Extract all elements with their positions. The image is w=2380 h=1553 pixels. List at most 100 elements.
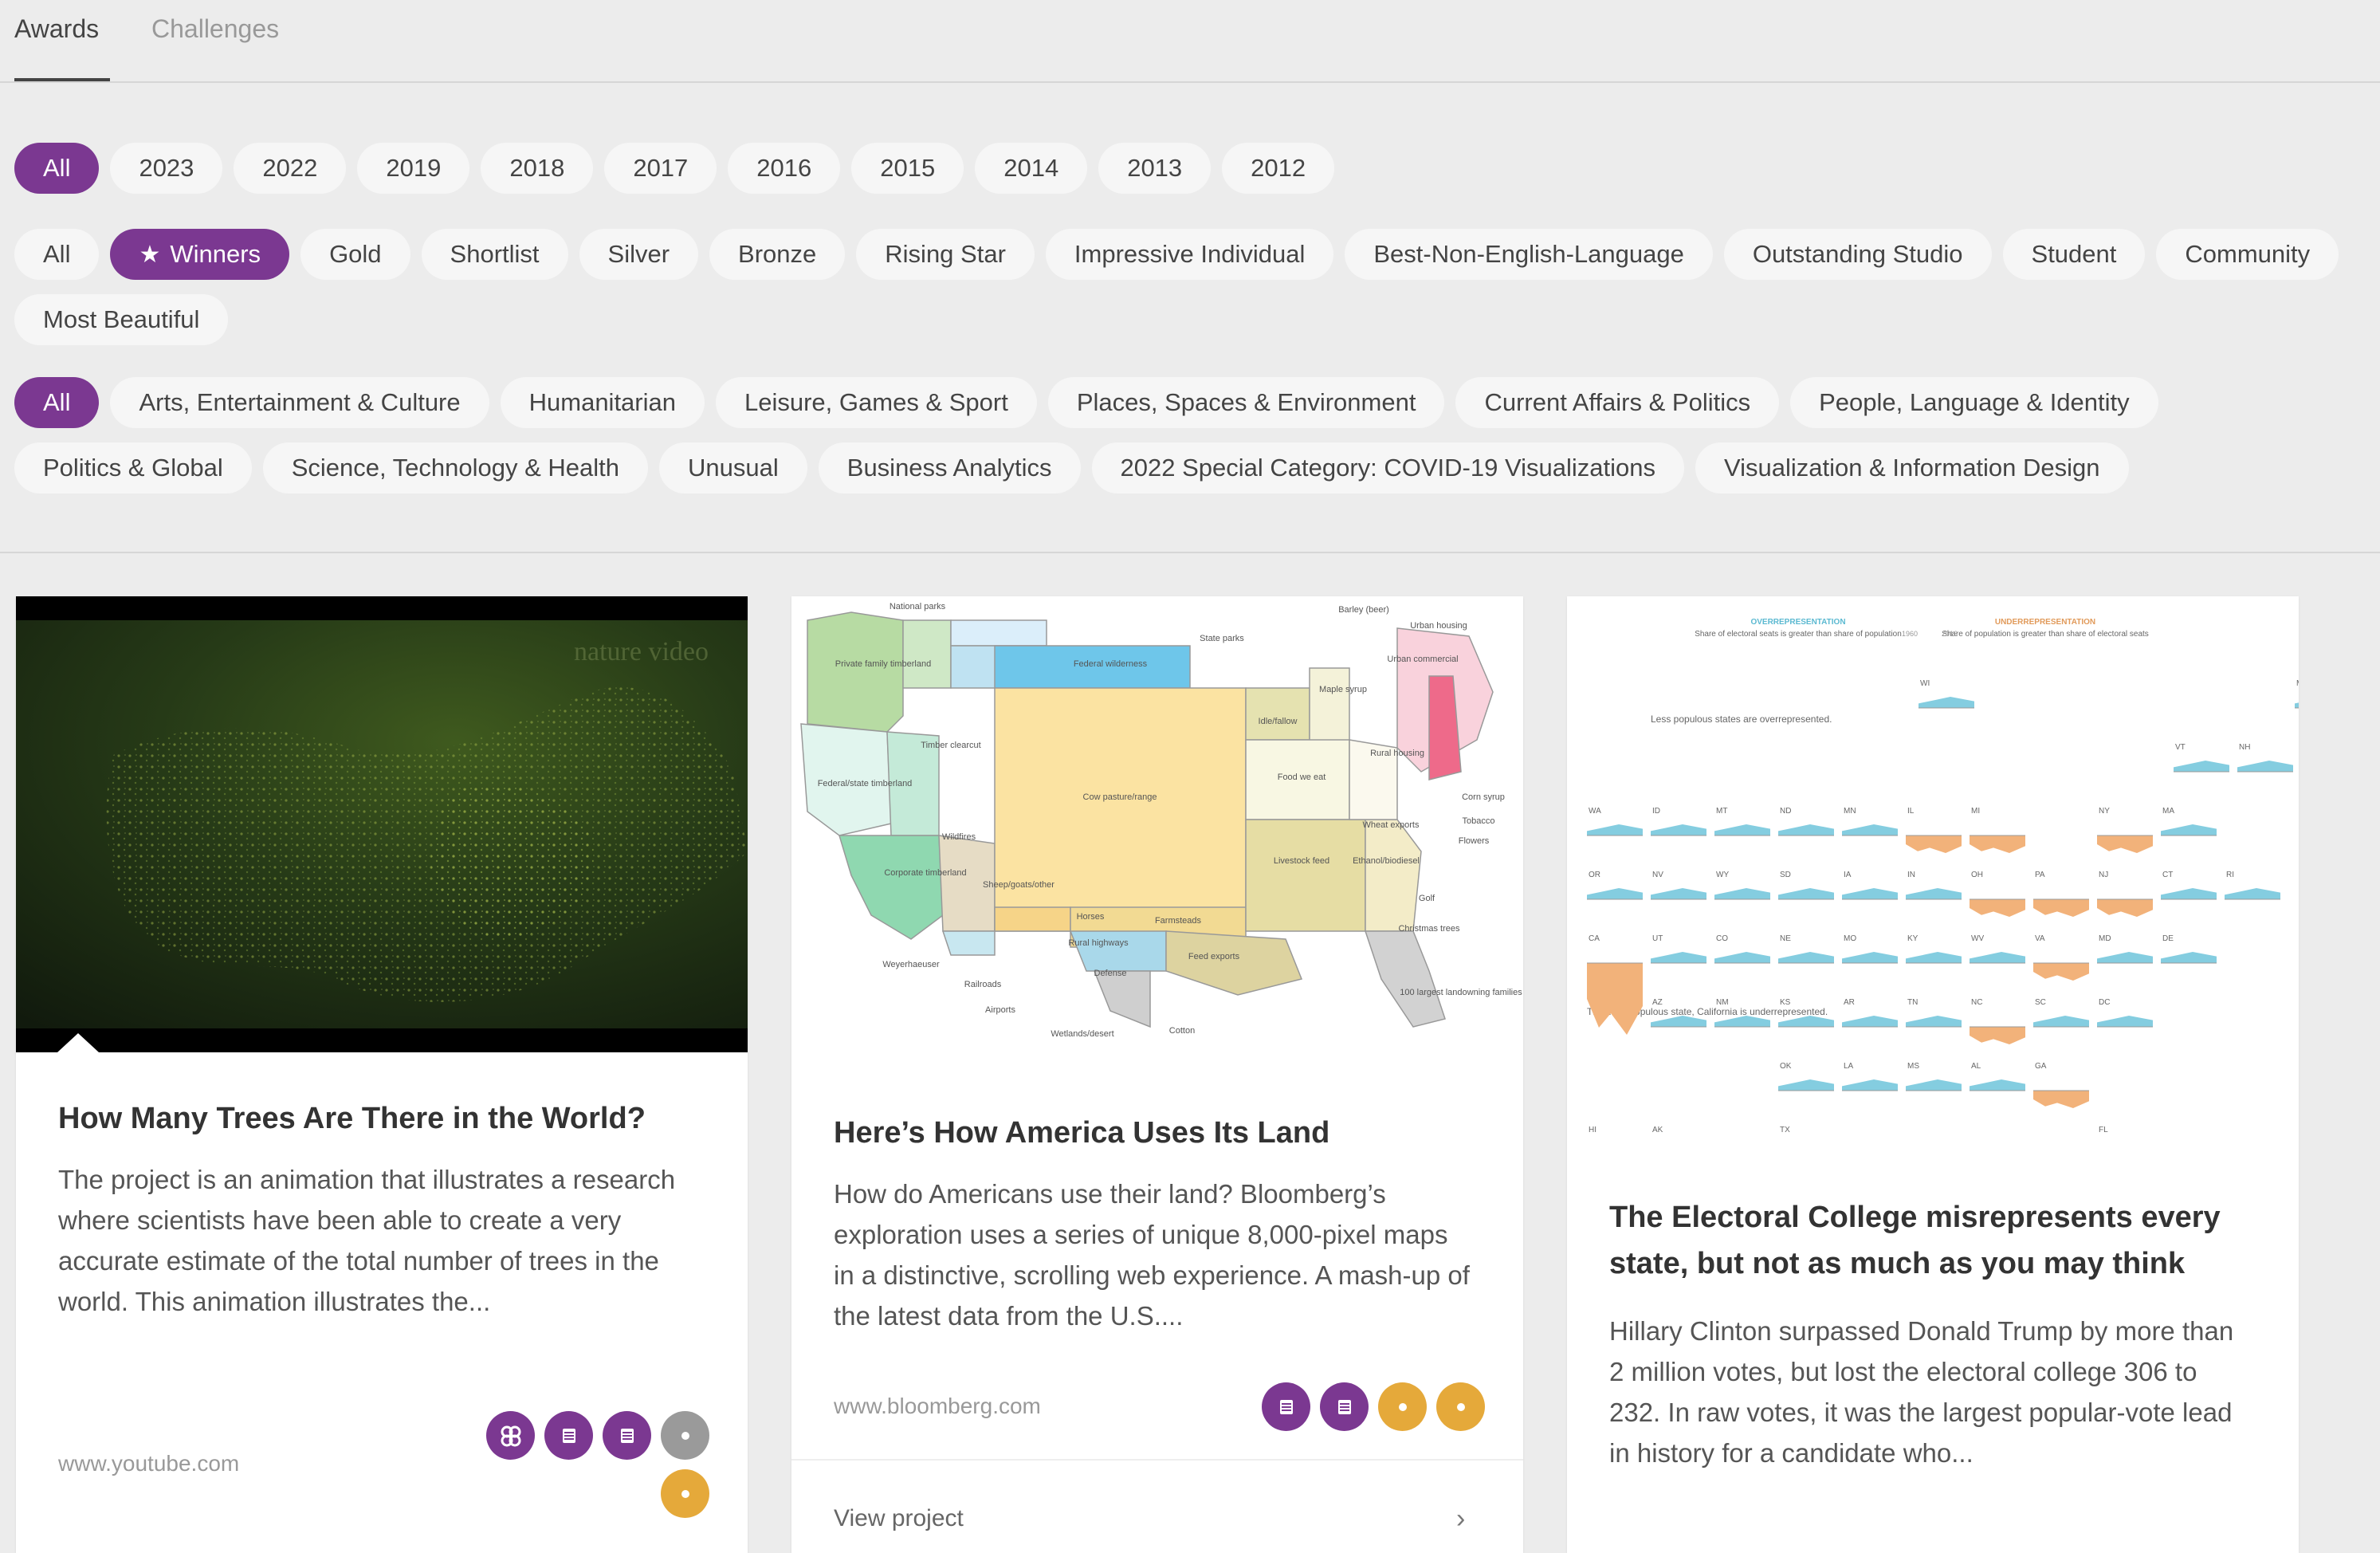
project-card[interactable]: nature video How Many Trees Are There in…	[16, 596, 748, 1553]
svg-text:Rural housing: Rural housing	[1370, 749, 1424, 758]
tab-awards[interactable]: Awards	[14, 14, 99, 44]
award-badge[interactable]	[603, 1411, 651, 1460]
video-thumbnail[interactable]: nature video	[16, 596, 748, 1052]
state-area-mark	[1970, 952, 2025, 963]
state-label: NE	[1780, 934, 1791, 943]
award-badge[interactable]	[661, 1411, 709, 1460]
year-chip[interactable]: 2018	[481, 143, 594, 194]
category-chip[interactable]: All	[14, 377, 100, 428]
award-badge[interactable]	[1378, 1382, 1427, 1431]
award-badge[interactable]	[486, 1411, 535, 1460]
state-label: NH	[2239, 743, 2250, 752]
award-chip[interactable]: Best-Non-English-Language	[1345, 229, 1713, 280]
award-chip[interactable]: All	[14, 229, 100, 280]
award-badge[interactable]	[1320, 1382, 1369, 1431]
category-chip[interactable]: People, Language & Identity	[1790, 377, 2158, 428]
card-title[interactable]: How Many Trees Are There in the World?	[58, 1095, 705, 1142]
state-label: KY	[1907, 934, 1919, 943]
award-chip[interactable]: Bronze	[709, 229, 846, 280]
category-chip[interactable]: Politics & Global	[14, 442, 252, 493]
award-chip[interactable]: Student	[2002, 229, 2146, 280]
project-card[interactable]: OVERREPRESENTATION Share of electoral se…	[1567, 596, 2299, 1553]
category-chip[interactable]: Arts, Entertainment & Culture	[110, 377, 489, 428]
us-land-use-map: National parks Federal wilderness State …	[800, 602, 1522, 1039]
category-chip-label: 2022 Special Category: COVID-19 Visualiz…	[1120, 454, 1655, 482]
state-area-mark	[1906, 835, 1962, 853]
award-chip[interactable]: Rising Star	[856, 229, 1035, 280]
award-chip[interactable]: Shortlist	[421, 229, 568, 280]
card-domain[interactable]: www.bloomberg.com	[834, 1394, 1041, 1419]
category-chip[interactable]: Business Analytics	[818, 442, 1081, 493]
year-chip[interactable]: 2019	[357, 143, 470, 194]
year-chip[interactable]: 2016	[728, 143, 841, 194]
award-badge[interactable]	[1436, 1382, 1485, 1431]
category-chip[interactable]: Humanitarian	[500, 377, 705, 428]
category-chip[interactable]: 2022 Special Category: COVID-19 Visualiz…	[1091, 442, 1684, 493]
award-chip[interactable]: Most Beautiful	[14, 294, 229, 345]
state-area-mark	[2097, 835, 2153, 853]
filters-divider	[0, 552, 2380, 553]
earth-trees-image: nature video	[16, 596, 748, 1052]
state-label: NJ	[2099, 871, 2108, 879]
award-chip-label: Most Beautiful	[43, 305, 200, 333]
svg-text:Share of population is greater: Share of population is greater than shar…	[1942, 630, 2149, 639]
list-icon	[557, 1424, 581, 1448]
award-chip[interactable]: Gold	[300, 229, 410, 280]
year-chip[interactable]: 2012	[1222, 143, 1335, 194]
tab-challenges[interactable]: Challenges	[151, 14, 279, 44]
year-chip[interactable]: All	[14, 143, 100, 194]
award-badge[interactable]	[544, 1411, 593, 1460]
state-label: WI	[1920, 679, 1930, 688]
year-chip[interactable]: 2014	[975, 143, 1088, 194]
svg-text:Feed exports: Feed exports	[1188, 952, 1240, 961]
view-project-link[interactable]: View project	[834, 1505, 964, 1532]
category-chip[interactable]: Science, Technology & Health	[262, 442, 649, 493]
state-label: MO	[1844, 934, 1856, 943]
award-chip-label: Best-Non-English-Language	[1373, 240, 1684, 268]
list-icon	[615, 1424, 639, 1448]
state-area-mark	[2161, 824, 2217, 835]
card-divider	[791, 1459, 1523, 1461]
year-chip[interactable]: 2017	[604, 143, 717, 194]
award-chip-label: Student	[2031, 240, 2117, 268]
award-chip[interactable]: Impressive Individual	[1045, 229, 1334, 280]
state-label: ND	[1780, 807, 1791, 816]
state-label: OR	[1589, 871, 1600, 879]
award-chip[interactable]: Outstanding Studio	[1723, 229, 1992, 280]
award-chip[interactable]: Community	[2156, 229, 2339, 280]
state-label: MN	[1844, 807, 1856, 816]
state-label: CO	[1716, 934, 1728, 943]
award-chip[interactable]: Silver	[579, 229, 699, 280]
year-chip[interactable]: 2022	[234, 143, 347, 194]
category-chip[interactable]: Current Affairs & Politics	[1455, 377, 1780, 428]
state-area-mark	[2033, 963, 2089, 981]
award-badge[interactable]	[1262, 1382, 1310, 1431]
year-chip[interactable]: 2013	[1098, 143, 1212, 194]
land-map-image[interactable]: National parks Federal wilderness State …	[791, 596, 1523, 1043]
category-chip-label: Leisure, Games & Sport	[744, 388, 1008, 416]
star-icon: ★	[139, 241, 161, 268]
chevron-right-icon[interactable]: ›	[1456, 1504, 1465, 1535]
category-chip-label: Arts, Entertainment & Culture	[139, 388, 461, 416]
year-chip[interactable]: 2023	[110, 143, 223, 194]
state-area-mark	[1778, 952, 1834, 963]
project-card[interactable]: National parks Federal wilderness State …	[791, 596, 1523, 1553]
card-title[interactable]: The Electoral College misrepresents ever…	[1609, 1194, 2256, 1287]
card-domain[interactable]: www.youtube.com	[58, 1451, 239, 1476]
state-area-mark	[1970, 899, 2025, 917]
category-chip[interactable]: Leisure, Games & Sport	[716, 377, 1037, 428]
category-chip[interactable]: Places, Spaces & Environment	[1047, 377, 1445, 428]
card-title[interactable]: Here’s How America Uses Its Land	[834, 1110, 1481, 1156]
award-chip-label: Shortlist	[450, 240, 540, 268]
category-chip-label: Science, Technology & Health	[291, 454, 620, 482]
award-chip[interactable]: ★ Winners	[110, 229, 290, 280]
award-badge[interactable]	[661, 1469, 709, 1518]
svg-text:Horses: Horses	[1077, 912, 1105, 922]
category-chip-label: Unusual	[688, 454, 779, 482]
category-chip[interactable]: Visualization & Information Design	[1695, 442, 2129, 493]
electoral-small-multiples: OVERREPRESENTATION Share of electoral se…	[1587, 618, 2299, 1190]
category-chip[interactable]: Unusual	[659, 442, 807, 493]
electoral-chart-image[interactable]: OVERREPRESENTATION Share of electoral se…	[1567, 596, 2299, 1190]
year-chip[interactable]: 2015	[851, 143, 964, 194]
year-chip-label: 2013	[1127, 154, 1183, 182]
